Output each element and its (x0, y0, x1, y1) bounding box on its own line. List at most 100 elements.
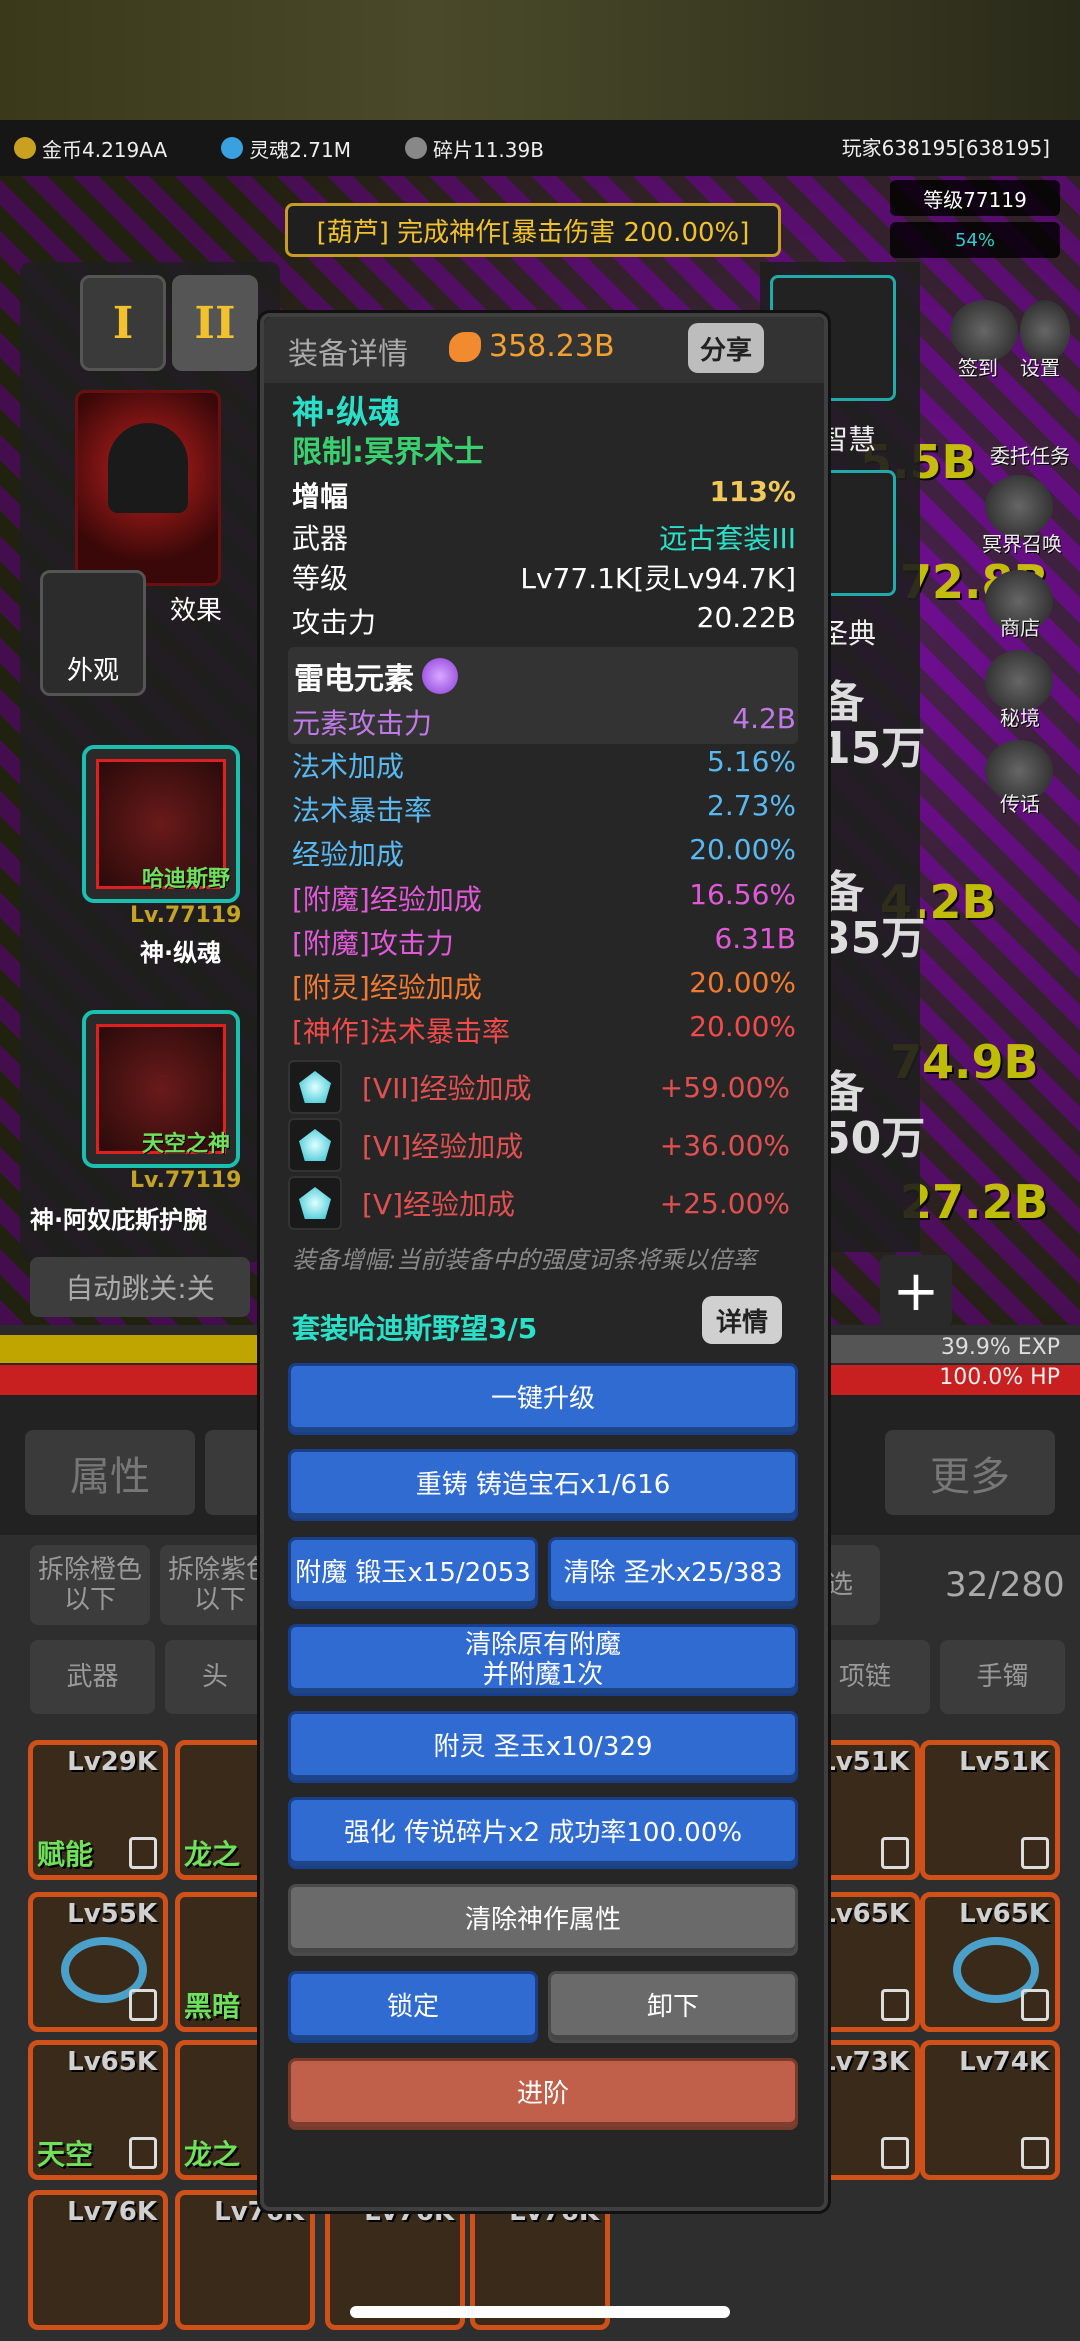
gold-icon (14, 137, 36, 159)
hood-icon (108, 423, 188, 513)
diamond-gem-icon (288, 1176, 342, 1230)
checkin-label: 签到 (958, 356, 998, 380)
enchant-button[interactable]: 附魔 锻玉x15/2053 (288, 1537, 538, 1609)
soul-counter: 灵魂2.71M (221, 134, 351, 163)
gem-row: [VI]经验加成 +36.00% (288, 1117, 798, 1173)
summon-label: 冥界召唤 (982, 532, 1062, 556)
unequip-button[interactable]: 卸下 (548, 1971, 798, 2043)
element-title: 雷电元素 (294, 654, 458, 698)
weapon-level: Lv.77119 (130, 903, 242, 928)
power-score: 358.23B (449, 329, 615, 364)
inventory-item[interactable]: Lv51K (920, 1740, 1060, 1880)
inventory-item[interactable]: Lv65K 天空 (28, 2040, 168, 2180)
diamond-gem-icon (288, 1060, 342, 1114)
set-bonus-label: 套装哈迪斯野望3/5 (292, 1312, 538, 1345)
player-level: 等级77119 (890, 180, 1060, 216)
shop-label: 商店 (1000, 616, 1040, 640)
gold-counter: 金币4.219AA (14, 134, 167, 163)
dialog-title: 装备详情 (288, 337, 408, 372)
lock-icon (129, 1989, 157, 2021)
auto-jump-toggle[interactable]: 自动跳关:关 (30, 1257, 250, 1317)
lock-icon (1021, 2137, 1049, 2169)
bonus-row: [附灵]经验加成 20.00% (292, 966, 796, 1004)
inventory-item[interactable]: Lv74K (920, 2040, 1060, 2180)
realm-label: 秘境 (1000, 706, 1040, 730)
effect-label[interactable]: 效果 (170, 590, 222, 627)
bracer-title: 神·阿奴庇斯护腕 (30, 1206, 208, 1234)
inventory-item[interactable]: Lv76K (28, 2190, 168, 2330)
inventory-item[interactable]: Lv76K (175, 2190, 315, 2330)
advance-button[interactable]: 进阶 (288, 2058, 798, 2130)
wisdom-label: 智慧 (820, 423, 877, 456)
muscle-icon (449, 331, 481, 362)
lock-icon (1021, 1837, 1049, 1869)
inventory-item[interactable]: Lv55K (28, 1892, 168, 2032)
recast-button[interactable]: 重铸 铸造宝石x1/616 (288, 1449, 798, 1521)
lock-icon (881, 2137, 909, 2169)
add-button[interactable]: + (880, 1255, 952, 1327)
diamond-gem-icon (288, 1118, 342, 1172)
lock-icon (881, 1989, 909, 2021)
stat-row: 等级 Lv77.1K[灵Lv94.7K] (292, 562, 796, 595)
player-id: 玩家638195[638195] (841, 136, 1050, 160)
gem-row: [VII]经验加成 +59.00% (288, 1059, 798, 1115)
bonus-row: 经验加成 20.00% (292, 833, 796, 871)
thunder-orb-icon (422, 658, 458, 694)
bracer-level: Lv.77119 (130, 1168, 242, 1193)
tier-2-button[interactable]: II (172, 275, 258, 371)
lock-icon (129, 2137, 157, 2169)
inventory-item[interactable]: Lv65K (920, 1892, 1060, 2032)
lock-icon (1021, 1989, 1049, 2021)
bonus-row: 法术加成 5.16% (292, 745, 796, 783)
shard-counter: 碎片11.39B (404, 134, 544, 163)
home-indicator[interactable] (350, 2306, 730, 2318)
stat-row: 增幅 113% (292, 475, 796, 513)
item-restriction: 限制:冥界术士 (292, 435, 484, 470)
reward-1[interactable]: 备 15万 (820, 680, 925, 772)
tab-attributes[interactable]: 属性 (25, 1430, 195, 1515)
inventory-count: 32/280 (945, 1565, 1065, 1605)
character-portrait (75, 390, 221, 586)
clear-divine-button[interactable]: 清除神作属性 (288, 1884, 798, 1956)
bonus-row: 法术暴击率 2.73% (292, 789, 796, 827)
clear-button[interactable]: 清除 圣水x25/383 (548, 1537, 798, 1609)
scripture-label: 圣典 (820, 617, 877, 650)
one-click-upgrade-button[interactable]: 一键升级 (288, 1363, 798, 1435)
reward-3[interactable]: 备 50万 (820, 1070, 925, 1162)
filter-weapon[interactable]: 武器 (30, 1640, 155, 1714)
filter-bracelet[interactable]: 手镯 (940, 1640, 1065, 1714)
share-button[interactable]: 分享 (688, 323, 764, 373)
set-detail-button[interactable]: 详情 (702, 1296, 782, 1344)
filter-head[interactable]: 头 (165, 1640, 265, 1714)
dismantle-orange-button[interactable]: 拆除橙色 以下 (30, 1545, 150, 1625)
lock-icon (881, 1837, 909, 1869)
bonus-row: [附魔]经验加成 16.56% (292, 878, 796, 916)
gem-row: [V]经验加成 +25.00% (288, 1175, 798, 1231)
shard-icon (404, 137, 427, 159)
bracer-slot[interactable]: 天空之神 (82, 1010, 240, 1168)
bonus-row: [附魔]攻击力 6.31B (292, 922, 796, 960)
top-scene (0, 0, 1080, 120)
stat-row: 武器 远古套装III (292, 522, 796, 555)
resource-bar: 金币4.219AA 灵魂2.71M 碎片11.39B 玩家638195[6381… (0, 120, 1080, 176)
lock-button[interactable]: 锁定 (288, 1971, 538, 2043)
weapon-title: 神·纵魂 (140, 939, 222, 967)
tab-more[interactable]: 更多 (885, 1430, 1055, 1515)
notification-banner: [葫芦] 完成神作[暴击伤害 200.00%] (285, 203, 781, 257)
teleport-label: 传话 (1000, 792, 1040, 816)
tier-1-button[interactable]: I (80, 275, 166, 371)
equipment-detail-dialog: 装备详情 358.23B 分享 神·纵魂 限制:冥界术士 增幅 113% 武器 远古… (260, 313, 828, 2211)
strengthen-button[interactable]: 强化 传说碎片x2 成功率100.00% (288, 1797, 798, 1869)
lock-icon (129, 1837, 157, 1869)
soul-icon (221, 137, 244, 159)
appearance-button[interactable]: 外观 (40, 570, 146, 696)
quest-label[interactable]: 委托任务 (990, 440, 1070, 469)
stat-row: 攻击力 20.22B (292, 601, 796, 639)
element-attack-row: 元素攻击力 4.2B (292, 702, 796, 740)
clear-enchant-button[interactable]: 清除原有附魔 并附魔1次 (288, 1624, 798, 1696)
reward-2[interactable]: 备 35万 (820, 870, 925, 962)
spirit-button[interactable]: 附灵 圣玉x10/329 (288, 1711, 798, 1783)
inventory-item[interactable]: Lv29K 赋能 (28, 1740, 168, 1880)
rank-progress: 54% (890, 222, 1060, 258)
weapon-slot[interactable]: 哈迪斯野 (82, 745, 240, 903)
